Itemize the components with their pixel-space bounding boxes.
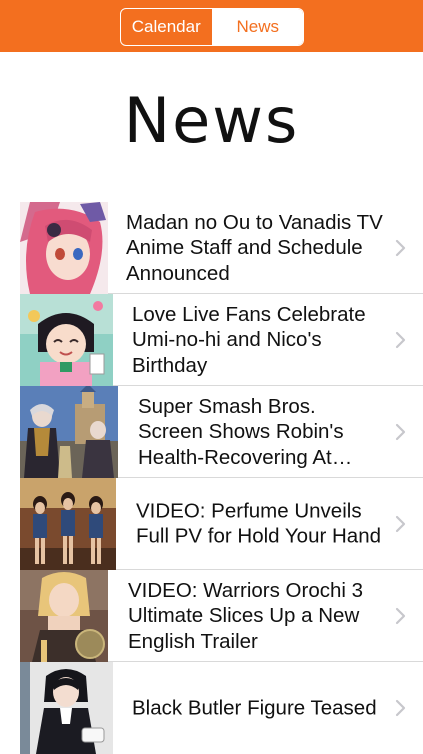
news-thumbnail — [20, 662, 113, 754]
chevron-right-icon — [395, 699, 406, 717]
chevron-right-icon — [395, 607, 406, 624]
page-title: News — [123, 84, 300, 157]
news-title: Black Butler Figure Teased — [132, 696, 377, 720]
chevron-right-icon — [395, 423, 406, 440]
news-item[interactable]: VIDEO: Perfume Unveils Full PV for Hold … — [20, 478, 423, 570]
chevron-right-icon — [395, 239, 406, 256]
navigation-bar: Calendar News — [0, 0, 423, 52]
tab-news[interactable]: News — [212, 9, 303, 45]
news-title: Madan no Ou to Vanadis TV Anime Staff an… — [126, 210, 383, 285]
tab-calendar[interactable]: Calendar — [121, 9, 213, 45]
tab-news-label: News — [236, 17, 279, 36]
news-item[interactable]: Madan no Ou to Vanadis TV Anime Staff an… — [20, 202, 423, 294]
news-thumbnail — [20, 478, 116, 570]
chevron-right-icon — [395, 515, 406, 532]
segmented-control: Calendar News — [120, 8, 304, 46]
chevron-right-icon — [395, 331, 406, 348]
news-item[interactable]: Super Smash Bros. Screen Shows Robin's H… — [20, 386, 423, 478]
news-list: Madan no Ou to Vanadis TV Anime Staff an… — [0, 202, 423, 754]
tab-calendar-label: Calendar — [131, 17, 201, 36]
news-title: Super Smash Bros. Screen Shows Robin's H… — [138, 394, 353, 469]
news-thumbnail — [20, 570, 108, 662]
news-title: Love Live Fans Celebrate Umi-no-hi and N… — [132, 302, 366, 377]
news-item[interactable]: Love Live Fans Celebrate Umi-no-hi and N… — [20, 294, 423, 386]
news-item[interactable]: VIDEO: Warriors Orochi 3 Ultimate Slices… — [20, 570, 423, 662]
news-thumbnail — [20, 202, 108, 294]
news-title: VIDEO: Perfume Unveils Full PV for Hold … — [136, 499, 381, 548]
news-thumbnail — [20, 386, 118, 478]
news-item[interactable]: Black Butler Figure Teased — [20, 662, 423, 754]
news-title: VIDEO: Warriors Orochi 3 Ultimate Slices… — [128, 578, 364, 653]
news-thumbnail — [20, 294, 113, 386]
